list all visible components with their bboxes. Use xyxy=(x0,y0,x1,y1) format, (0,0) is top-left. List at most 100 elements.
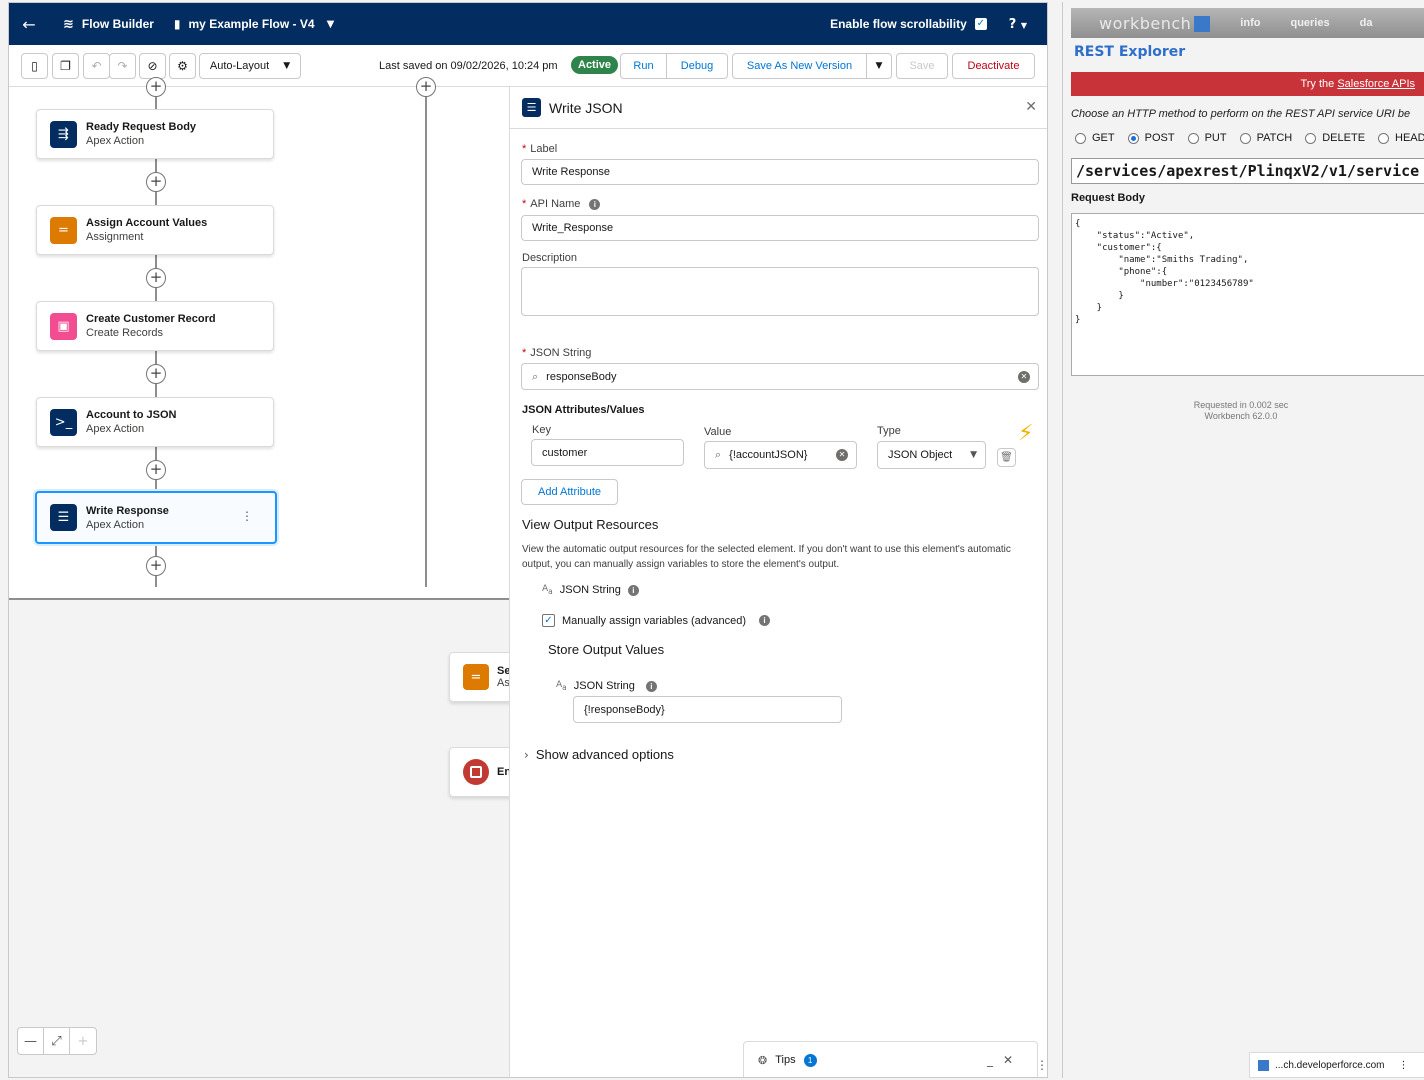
clear-icon[interactable]: ✕ xyxy=(1018,370,1030,383)
node-type: Apex Action xyxy=(86,135,145,147)
add-element-icon[interactable]: + xyxy=(146,268,166,288)
zoom-in-icon[interactable]: + xyxy=(70,1028,96,1054)
screen: ← ≋ Flow Builder ▮ my Example Flow - V4 … xyxy=(0,0,1424,1080)
radio-button[interactable] xyxy=(1239,132,1251,144)
radio-button[interactable] xyxy=(1075,132,1086,144)
method-delete[interactable]: DELETE xyxy=(1305,132,1365,144)
delete-attribute-trash-icon[interactable]: 🗑 xyxy=(997,448,1016,467)
list-icon: ☰ xyxy=(50,504,77,531)
output-resources-description: View the automatic output resources for … xyxy=(522,544,1011,570)
debug-button[interactable]: Debug xyxy=(666,53,728,79)
error-check-icon[interactable]: ⊘ xyxy=(139,53,166,79)
method-instructions: Choose an HTTP method to perform on the … xyxy=(1071,108,1411,120)
scrollability-toggle[interactable]: Enable flow scrollability ✓ xyxy=(830,17,1009,31)
add-element-icon[interactable]: + xyxy=(146,364,166,384)
request-body-textarea[interactable]: { "status":"Active", "customer":{ "name"… xyxy=(1071,213,1424,376)
service-uri-input[interactable]: /services/apexrest/PlinqxV2/v1/service xyxy=(1071,158,1424,184)
node-title: Account to JSON xyxy=(86,409,177,421)
fit-view-icon[interactable]: ⤢ xyxy=(44,1028,70,1054)
run-button[interactable]: Run xyxy=(620,53,667,79)
zoom-out-icon[interactable]: — xyxy=(18,1028,44,1054)
node-title: Create Customer Record xyxy=(86,313,216,325)
assignment-icon: = xyxy=(463,664,489,690)
save-options-chevron-icon[interactable]: ▼ xyxy=(866,53,892,79)
label-input[interactable]: Write Response xyxy=(521,159,1039,185)
radio-button[interactable] xyxy=(1305,132,1317,144)
flow-node-ready-request-body[interactable]: ⇶ Ready Request Body Apex Action xyxy=(36,109,274,159)
copy-icon[interactable]: ❐ xyxy=(52,53,79,79)
radio-button[interactable] xyxy=(1378,132,1390,144)
save-button[interactable]: Save xyxy=(896,53,948,79)
scrollability-checkbox[interactable]: ✓ xyxy=(974,18,987,30)
chevron-right-icon: › xyxy=(524,747,529,762)
flow-node-write-response[interactable]: ☰ Write Response Apex Action ⋮ xyxy=(35,491,277,544)
radio-button[interactable] xyxy=(1187,132,1199,144)
radio-button[interactable] xyxy=(1127,132,1139,144)
clear-icon[interactable]: ✕ xyxy=(836,449,848,461)
add-element-icon[interactable]: + xyxy=(146,556,166,576)
workbench-logo[interactable]: workbench xyxy=(1071,14,1211,33)
layout-select[interactable]: Auto-Layout ▼ xyxy=(199,53,301,79)
info-icon[interactable]: i xyxy=(627,584,639,596)
close-icon[interactable]: ✕ xyxy=(1025,99,1037,115)
api-name-input[interactable]: Write_Response xyxy=(521,215,1039,241)
info-icon[interactable]: i xyxy=(645,680,657,692)
chevron-down-icon: ▼ xyxy=(326,18,335,30)
add-attribute-button[interactable]: Add Attribute xyxy=(521,479,618,505)
method-patch[interactable]: PATCH xyxy=(1239,132,1292,144)
store-output-values-heading: Store Output Values xyxy=(548,642,665,657)
show-advanced-options-toggle[interactable]: › Show advanced options xyxy=(524,747,674,762)
info-icon[interactable]: i xyxy=(589,198,601,210)
type-column-label: Type xyxy=(877,425,901,437)
workbench-version-text: Workbench 62.0.0 xyxy=(1204,411,1278,421)
menu-queries[interactable]: queries xyxy=(1260,17,1329,29)
menu-info[interactable]: info xyxy=(1210,17,1260,29)
back-arrow-icon[interactable]: ← xyxy=(9,15,49,34)
help-menu[interactable]: ? ▼ xyxy=(1009,17,1047,32)
add-element-icon[interactable]: + xyxy=(146,172,166,192)
json-string-input[interactable]: ⌕ responseBody ✕ xyxy=(521,363,1039,390)
more-options-icon[interactable]: ⋮ xyxy=(241,509,253,523)
tips-panel[interactable]: ❂ Tips 1 _✕ xyxy=(743,1041,1038,1077)
more-vertical-icon[interactable]: ⋮ xyxy=(1399,1060,1409,1071)
request-body-label: Request Body xyxy=(1071,192,1145,204)
method-put[interactable]: PUT xyxy=(1187,132,1227,144)
method-post[interactable]: POST xyxy=(1127,132,1175,144)
deactivate-button[interactable]: Deactivate xyxy=(952,53,1035,79)
search-icon: ⌕ xyxy=(532,369,539,383)
toggle-panel-icon[interactable]: ▯ xyxy=(21,53,48,79)
page-title: REST Explorer xyxy=(1074,44,1186,60)
settings-gear-icon[interactable]: ⚙ xyxy=(169,53,196,79)
node-title: Write Response xyxy=(86,504,169,517)
attribute-key-input[interactable]: customer xyxy=(531,439,684,466)
info-icon[interactable]: i xyxy=(759,615,771,626)
json-string-field-label: * JSON String xyxy=(522,347,592,359)
add-element-icon[interactable]: + xyxy=(416,77,436,97)
manual-assign-checkbox[interactable]: ✓ xyxy=(542,614,555,627)
flow-canvas[interactable]: + + ⇶ Ready Request Body Apex Action + = … xyxy=(9,77,519,1077)
redo-icon[interactable]: ↷ xyxy=(109,53,136,79)
node-title: Ready Request Body xyxy=(86,121,197,133)
undo-icon[interactable]: ↶ xyxy=(83,53,110,79)
add-element-icon[interactable]: + xyxy=(146,77,166,97)
description-textarea[interactable] xyxy=(521,267,1039,316)
add-element-icon[interactable]: + xyxy=(146,460,166,480)
minimize-close-icon[interactable]: _✕ xyxy=(987,1053,1023,1067)
menu-data[interactable]: da xyxy=(1330,17,1373,29)
method-get[interactable]: GET xyxy=(1075,132,1115,144)
flow-name-menu[interactable]: ▮ my Example Flow - V4 ▼ xyxy=(168,17,334,31)
save-as-new-version-button[interactable]: Save As New Version xyxy=(732,53,867,79)
app-switcher[interactable]: ≋ Flow Builder xyxy=(49,3,168,45)
store-json-string-input[interactable]: {!responseBody} xyxy=(573,696,842,723)
description-field-label: Description xyxy=(522,252,578,264)
manual-assign-option[interactable]: ✓ Manually assign variables (advanced) i xyxy=(542,614,771,627)
salesforce-apis-link[interactable]: Salesforce APIs xyxy=(1337,78,1415,90)
more-vertical-icon[interactable]: ⋮ xyxy=(1036,1058,1048,1072)
attribute-type-select[interactable]: JSON Object ▼ xyxy=(877,441,986,469)
flow-node-create-customer-record[interactable]: ▣ Create Customer Record Create Records xyxy=(36,301,274,351)
method-head[interactable]: HEAD xyxy=(1378,132,1424,144)
attribute-value-input[interactable]: ⌕ {!accountJSON} ✕ xyxy=(704,441,857,469)
workbench-navbar: workbench info queries da xyxy=(1071,8,1424,38)
flow-node-account-to-json[interactable]: >_ Account to JSON Apex Action xyxy=(36,397,274,447)
flow-node-assign-account-values[interactable]: = Assign Account Values Assignment xyxy=(36,205,274,255)
